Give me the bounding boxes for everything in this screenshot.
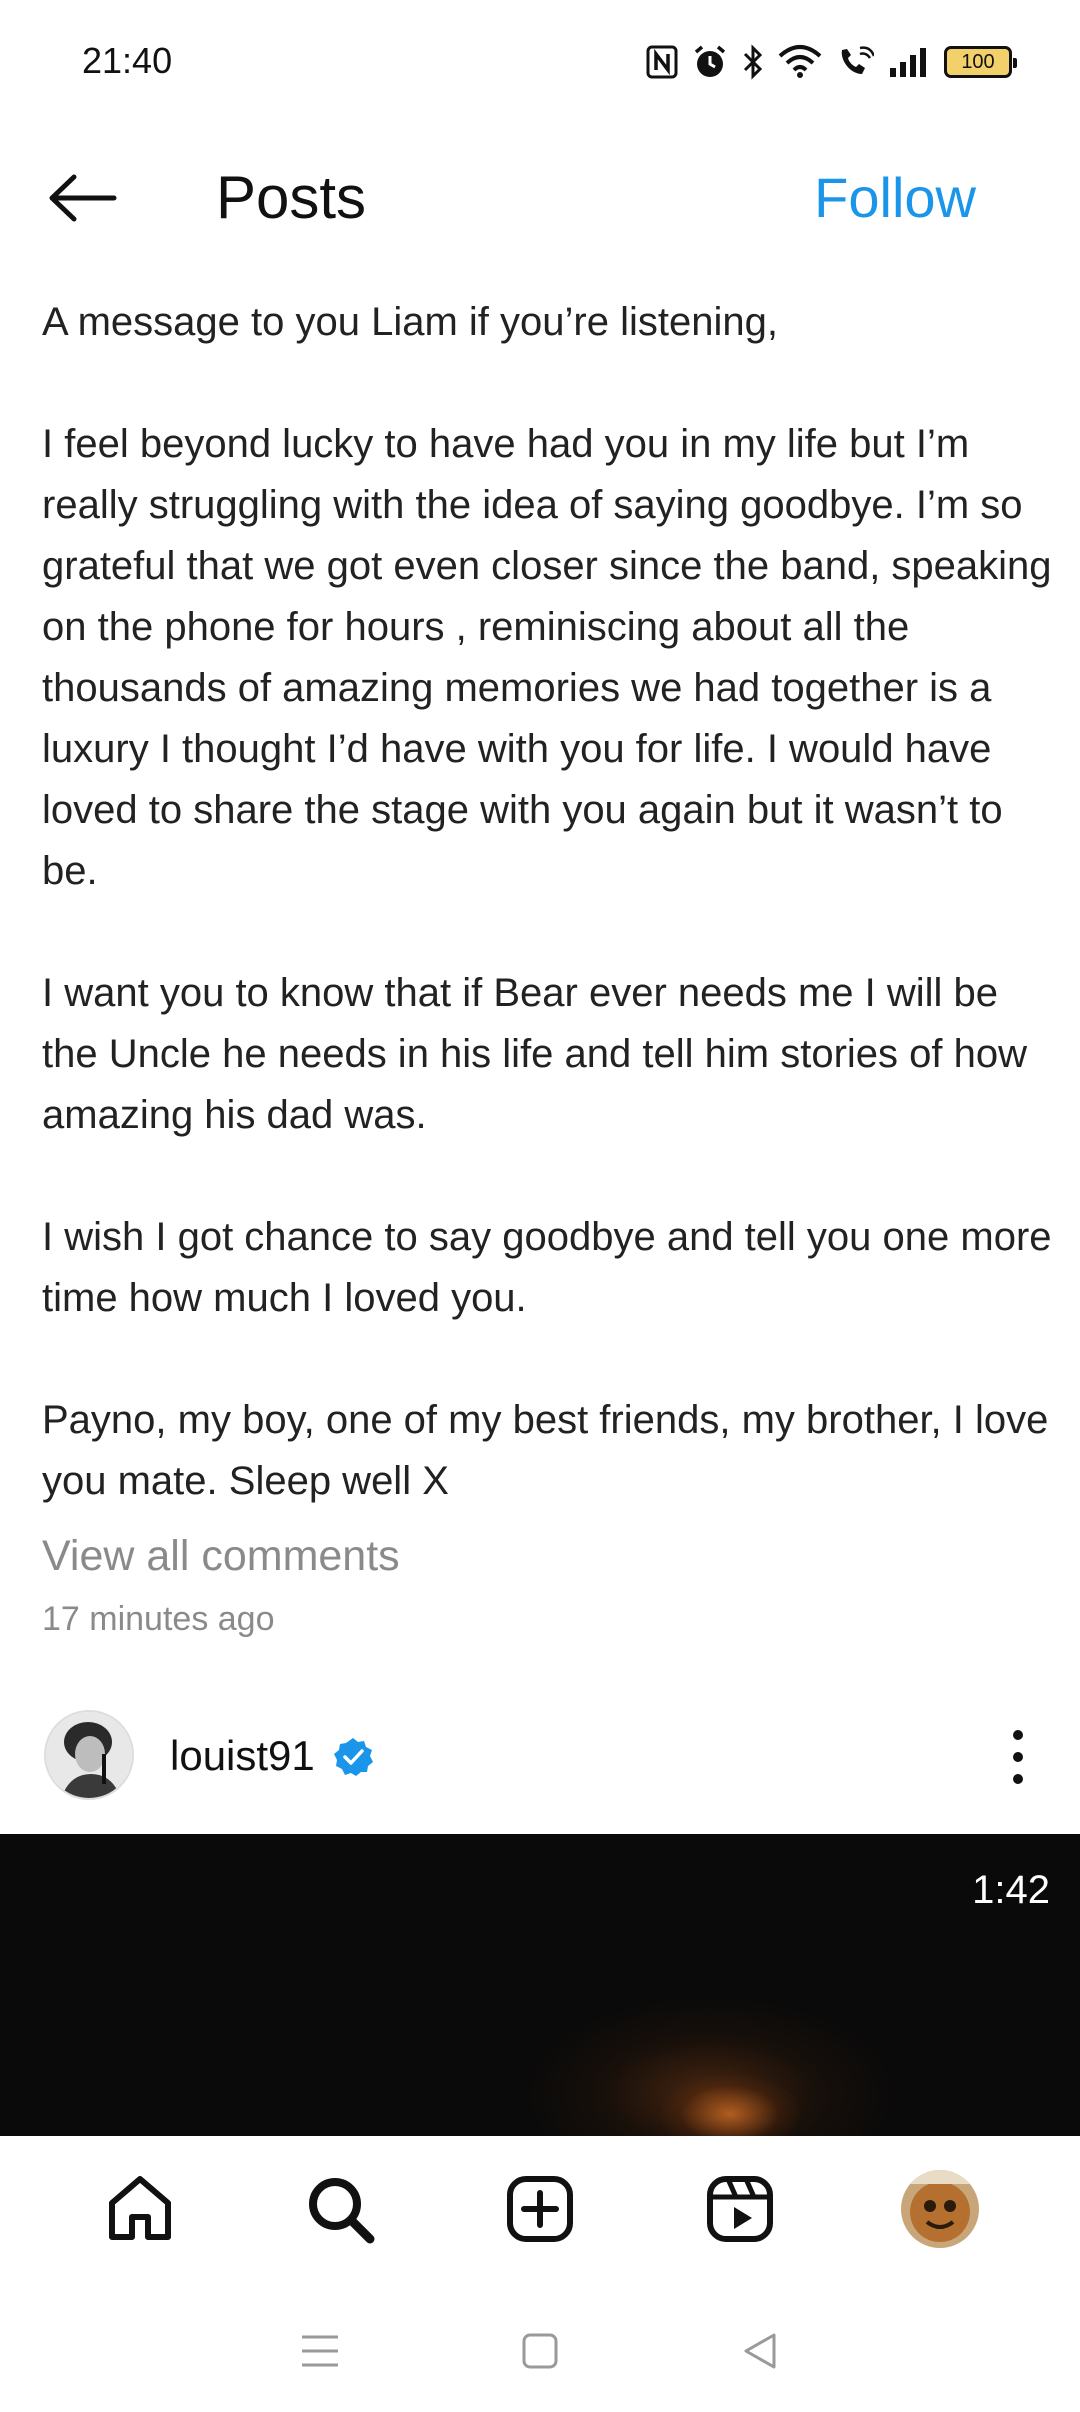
post-username[interactable]: louist91 [170,1728,315,1784]
nav-profile[interactable] [895,2164,985,2254]
battery-icon: 100 [944,46,1017,78]
system-back-button[interactable] [730,2321,790,2381]
video-preview[interactable]: 1:42 [0,1834,1080,2136]
page-title: Posts [216,164,367,231]
bluetooth-icon [743,44,763,80]
wifi-calling-icon [841,46,874,74]
caption-paragraph: Payno, my boy, one of my best friends, m… [42,1398,1049,1503]
post-header: louist91 [0,1700,1080,1816]
status-icons: 100 [646,38,1017,86]
status-bar: 21:40 100 [0,0,1080,120]
home-icon [522,2333,558,2369]
status-time: 21:40 [82,40,173,81]
nav-reels[interactable] [695,2164,785,2254]
follow-button[interactable]: Follow [814,160,976,236]
arrow-left-icon [49,174,117,222]
recents-button[interactable] [290,2321,350,2381]
search-icon [309,2178,375,2244]
verified-badge-icon [334,1738,373,1776]
caption-paragraph: I want you to know that if Bear ever nee… [42,971,1027,1137]
caption-paragraph: I feel beyond lucky to have had you in m… [42,422,1052,893]
caption-paragraph: A message to you Liam if you’re listenin… [42,300,778,344]
back-button[interactable] [44,160,120,236]
reels-icon [707,2176,773,2242]
post-caption: A message to you Liam if you’re listenin… [42,292,1052,1512]
recents-icon [302,2335,338,2367]
top-bar: Posts Follow [0,140,1080,250]
system-nav [0,2290,1080,2412]
caption-paragraph: I wish I got chance to say goodbye and t… [42,1215,1052,1320]
nfc-icon [646,45,678,79]
create-icon [507,2176,573,2242]
bottom-nav [0,2136,1080,2282]
system-home-button[interactable] [510,2321,570,2381]
more-dot [1013,1774,1023,1784]
alarm-icon [694,45,726,77]
more-dot [1013,1752,1023,1762]
nav-create[interactable] [495,2164,585,2254]
nav-search[interactable] [295,2164,385,2254]
view-all-comments-link[interactable]: View all comments [42,1526,400,1586]
nav-home[interactable] [95,2164,185,2254]
post-timestamp: 17 minutes ago [42,1600,275,1638]
more-dot [1013,1730,1023,1740]
video-duration: 1:42 [972,1868,1050,1912]
signal-icon [890,48,926,77]
wifi-icon [778,45,822,78]
more-options-button[interactable] [998,1722,1038,1792]
avatar[interactable] [44,1710,134,1800]
home-icon [109,2176,171,2240]
back-icon [744,2333,776,2369]
profile-avatar [901,2170,979,2248]
